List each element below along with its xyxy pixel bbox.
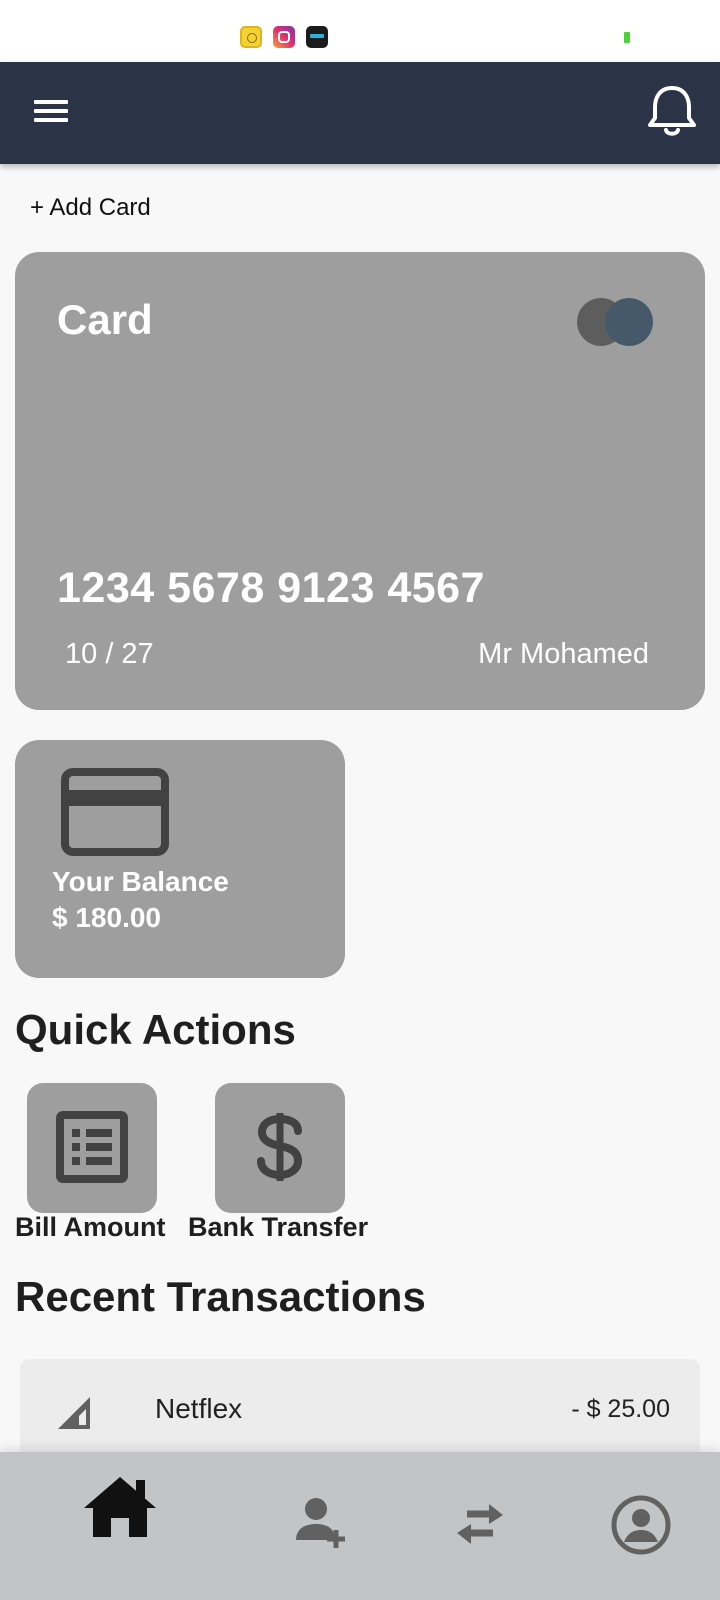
home-icon[interactable]: [80, 1474, 160, 1540]
balance-label: Your Balance: [52, 866, 229, 897]
card-number: 1234 5678 9123 4567: [57, 564, 485, 612]
dollar-icon: [257, 1113, 303, 1181]
transfer-arrows-icon[interactable]: [455, 1504, 505, 1544]
balance-value: $ 180.00: [52, 902, 161, 933]
balance-tile[interactable]: Your Balance $ 180.00: [15, 740, 345, 978]
card-expiry: 10 / 27: [65, 638, 154, 670]
add-card-button[interactable]: + Add Card: [30, 194, 151, 222]
transaction-row[interactable]: Netflex - $ 25.00: [20, 1359, 700, 1461]
bottom-navigation: [0, 1452, 720, 1600]
app-icon-yellow: [240, 26, 262, 48]
profile-icon[interactable]: [610, 1494, 672, 1556]
list-icon: [56, 1111, 128, 1183]
signal-icon: [58, 1397, 90, 1429]
app-icon-365: [306, 26, 328, 48]
bank-transfer-button[interactable]: [215, 1083, 345, 1213]
transaction-name: Netflex: [155, 1393, 243, 1424]
menu-icon[interactable]: [34, 98, 68, 124]
quick-actions-title: Quick Actions: [15, 1006, 296, 1053]
instagram-icon: [273, 26, 295, 48]
bill-amount-label: Bill Amount: [15, 1212, 166, 1242]
card-title: Card: [57, 296, 153, 343]
bank-transfer-label: Bank Transfer: [188, 1212, 369, 1242]
battery-icon: [624, 32, 630, 43]
status-bar: [0, 0, 720, 62]
recent-transactions-title: Recent Transactions: [15, 1273, 426, 1320]
card-brand-circles-icon: [577, 298, 653, 346]
add-user-icon[interactable]: [294, 1496, 346, 1550]
transaction-amount: - $ 25.00: [571, 1395, 670, 1423]
credit-card[interactable]: Card 1234 5678 9123 4567 10 / 27 Mr Moha…: [15, 252, 705, 710]
bill-amount-button[interactable]: [27, 1083, 157, 1213]
app-bar: [0, 62, 720, 164]
credit-card-icon: [61, 768, 169, 856]
bell-icon[interactable]: [646, 84, 698, 140]
card-holder-name: Mr Mohamed: [478, 638, 649, 670]
